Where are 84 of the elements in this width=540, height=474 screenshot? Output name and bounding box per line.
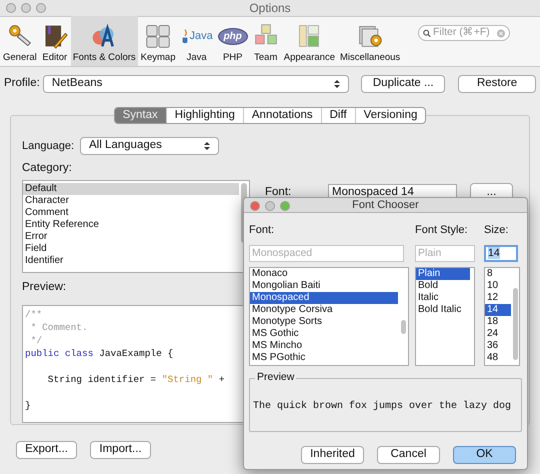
- toolbar-item[interactable]: Editor: [40, 16, 70, 66]
- tab[interactable]: Syntax: [114, 108, 166, 123]
- list-item[interactable]: Monotype Corsiva: [250, 304, 398, 316]
- code-token: +: [218, 372, 225, 386]
- preview-label: Preview: [255, 370, 296, 384]
- font-label: Font:: [265, 184, 292, 200]
- language-select[interactable]: All Languages: [80, 137, 219, 155]
- profile-select[interactable]: NetBeans: [42, 75, 350, 93]
- list-item[interactable]: Character: [23, 195, 239, 208]
- list-item[interactable]: MS Mincho: [250, 340, 398, 352]
- folder-gear-icon: [357, 23, 384, 49]
- button[interactable]: OK: [453, 446, 516, 464]
- list-item[interactable]: Default: [23, 183, 239, 196]
- toolbar-item[interactable]: General: [1, 16, 39, 66]
- sample-text: The quick brown fox jumps over the lazy dog: [253, 400, 512, 414]
- code-token: public class: [25, 346, 94, 360]
- toolbar-item[interactable]: Appearance: [282, 16, 337, 66]
- list-item[interactable]: Mongolian Baiti: [250, 280, 398, 292]
- list-item[interactable]: Entity Reference: [23, 219, 239, 232]
- window-title: Options: [249, 0, 291, 17]
- tab[interactable]: Diff: [320, 108, 355, 123]
- code-token: "String ": [162, 372, 214, 386]
- category-label: Category:: [22, 161, 72, 176]
- scrollbar[interactable]: [401, 320, 406, 334]
- tab[interactable]: Versioning: [354, 108, 426, 123]
- list-item[interactable]: Field: [23, 243, 239, 256]
- list-item[interactable]: 8: [485, 268, 511, 280]
- button[interactable]: Duplicate ...: [361, 75, 446, 93]
- list-item[interactable]: 24: [485, 328, 511, 340]
- toolbar-item[interactable]: Fonts & Colors: [70, 16, 138, 66]
- updown-caret-icon: [334, 79, 340, 89]
- code-token: }: [25, 398, 31, 412]
- list-item[interactable]: MS Gothic: [250, 328, 398, 340]
- toolbar-item[interactable]: Miscellaneous: [338, 16, 402, 66]
- code-token: String identifier =: [46, 372, 158, 386]
- button[interactable]: Restore: [458, 75, 536, 93]
- list-item[interactable]: Monotype Sorts: [250, 316, 398, 328]
- font-style-label: Font Style:: [415, 223, 468, 238]
- button[interactable]: Export...: [16, 441, 77, 459]
- php-logo-icon: php: [218, 28, 248, 45]
- button[interactable]: Import...: [90, 441, 151, 459]
- gear-wrench-icon: [6, 23, 33, 49]
- list-item[interactable]: 36: [485, 340, 511, 352]
- tab[interactable]: Highlighting: [166, 108, 243, 123]
- code-token: */: [30, 334, 42, 346]
- language-label: Language:: [22, 138, 75, 154]
- preview-label: Preview:: [22, 280, 66, 296]
- list-item[interactable]: MS PGothic: [250, 352, 398, 364]
- list-item[interactable]: Identifier: [23, 255, 239, 268]
- code-token: JavaExample {: [98, 346, 174, 360]
- list-item[interactable]: Bold: [416, 280, 470, 292]
- search-icon: [423, 28, 431, 38]
- toolbar-item[interactable]: Java Java: [178, 16, 215, 66]
- scrollbar[interactable]: [513, 288, 518, 360]
- list-item[interactable]: 10: [485, 280, 511, 292]
- filter-field[interactable]: Filter (⌘+F): [418, 25, 510, 41]
- list-item[interactable]: 12: [485, 292, 511, 304]
- list-item[interactable]: Bold Italic: [416, 304, 470, 316]
- font-label: Font:: [249, 223, 274, 238]
- size-field[interactable]: 14: [484, 244, 518, 262]
- list-item[interactable]: Monospaced: [250, 292, 398, 304]
- toolbar-item[interactable]: Team: [250, 16, 281, 66]
- list-item[interactable]: 18: [485, 316, 511, 328]
- toolbar-item[interactable]: php PHP: [216, 16, 250, 66]
- toolbar-item[interactable]: Keymap: [138, 16, 178, 66]
- clear-icon[interactable]: [497, 28, 505, 38]
- code-token: * Comment.: [30, 320, 88, 334]
- button[interactable]: Cancel: [377, 446, 440, 464]
- list-item[interactable]: Italic: [416, 292, 470, 304]
- keyboard-keys-icon: [145, 23, 172, 49]
- list-item[interactable]: 48: [485, 352, 511, 364]
- code-token: /**: [25, 308, 42, 320]
- list-item[interactable]: Plain: [416, 268, 470, 280]
- profile-label: Profile:: [4, 76, 41, 92]
- updown-caret-icon: [204, 141, 210, 151]
- list-item[interactable]: Error: [23, 231, 239, 244]
- list-item[interactable]: Monaco: [250, 268, 398, 280]
- button[interactable]: Inherited: [301, 446, 364, 464]
- font-style-field[interactable]: Plain: [415, 244, 475, 262]
- tab[interactable]: Annotations: [242, 108, 321, 123]
- font-field[interactable]: Monospaced: [249, 244, 404, 262]
- size-label: Size:: [484, 223, 508, 238]
- list-item[interactable]: Comment: [23, 207, 239, 220]
- list-item[interactable]: 14: [485, 304, 511, 316]
